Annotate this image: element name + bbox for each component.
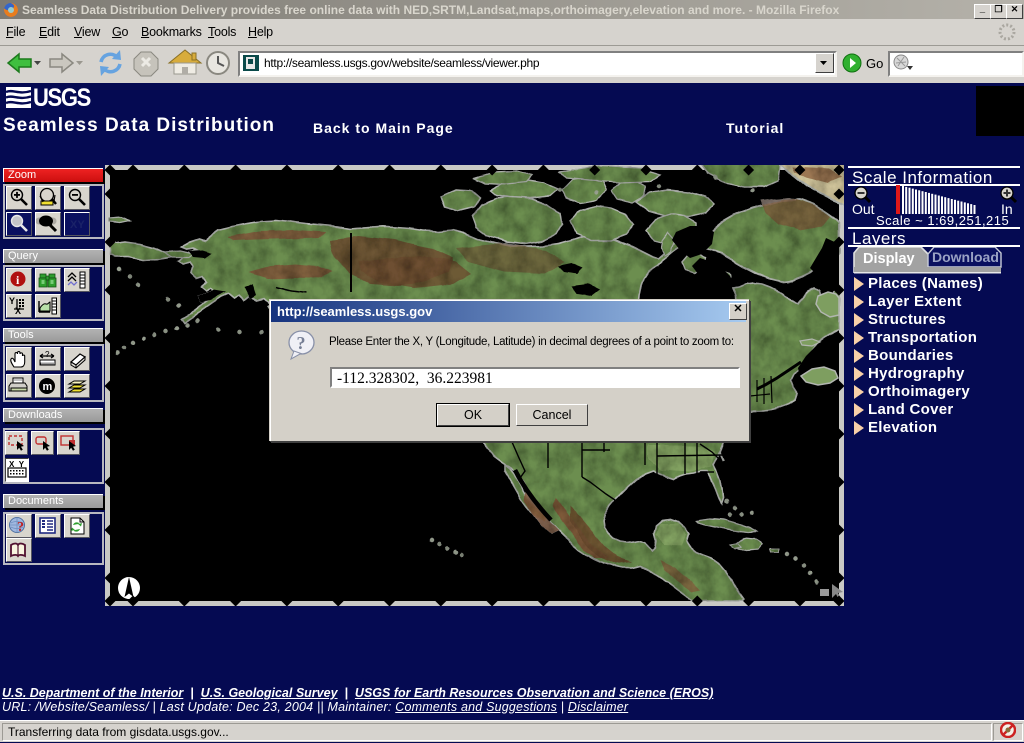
svg-text:XY: XY xyxy=(70,219,85,231)
svg-text:?: ? xyxy=(45,350,50,359)
svg-text:Download: Download xyxy=(932,249,999,265)
svg-text:Y: Y xyxy=(9,296,15,306)
svg-text:?: ? xyxy=(297,333,306,353)
svg-text:USGS: USGS xyxy=(33,86,91,109)
svg-text:m: m xyxy=(43,381,53,393)
svg-text:X: X xyxy=(15,306,21,316)
svg-text:Display: Display xyxy=(863,251,915,267)
svg-text:?: ? xyxy=(17,520,24,535)
